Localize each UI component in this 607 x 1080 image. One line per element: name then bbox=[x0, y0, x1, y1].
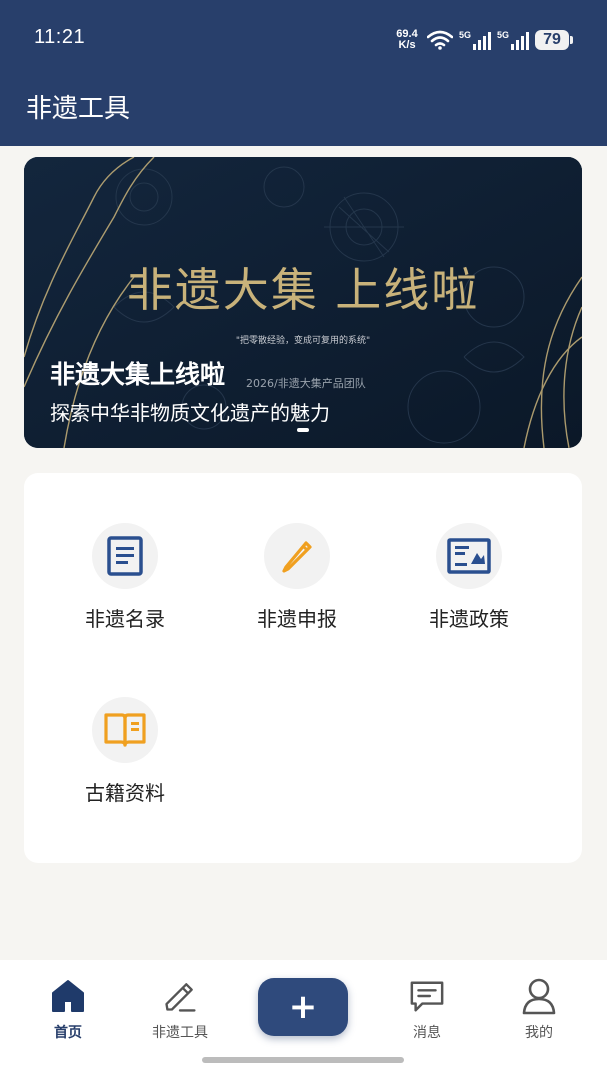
signal-icon-1: 5G bbox=[459, 30, 491, 50]
feature-label: 非遗申报 bbox=[257, 607, 337, 631]
banner-slogan: "把零散经验，变成可复用的系统" bbox=[235, 336, 371, 346]
pencil-icon bbox=[264, 523, 330, 589]
feature-ancient-books[interactable]: 古籍资料 bbox=[39, 697, 211, 847]
banner-title: 非遗大集上线啦 bbox=[50, 360, 226, 389]
wifi-icon bbox=[427, 30, 453, 50]
app-header: 11:21 69.4 K/s 5G 5G 79 非遗工具 bbox=[0, 0, 607, 146]
feature-grid: 非遗名录 非遗申报 非遗政策 古籍资料 bbox=[24, 473, 582, 863]
document-icon bbox=[92, 523, 158, 589]
feature-heritage-list[interactable]: 非遗名录 bbox=[39, 523, 211, 673]
signal-icon-2: 5G bbox=[497, 30, 529, 50]
banner-subtitle: 探索中华非物质文化遗产的魅力 bbox=[50, 401, 330, 425]
signal-tag-2: 5G bbox=[497, 30, 510, 40]
tab-profile[interactable]: 我的 bbox=[494, 976, 584, 1046]
tab-label: 首页 bbox=[54, 1025, 82, 1041]
message-icon bbox=[409, 976, 445, 1016]
feature-heritage-apply[interactable]: 非遗申报 bbox=[211, 523, 383, 673]
page-title: 非遗工具 bbox=[26, 94, 131, 124]
home-indicator[interactable] bbox=[202, 1057, 404, 1063]
newspaper-icon bbox=[436, 523, 502, 589]
status-icons: 69.4 K/s 5G 5G 79 bbox=[393, 26, 573, 54]
status-time: 11:21 bbox=[34, 26, 86, 48]
tab-label: 非遗工具 bbox=[152, 1025, 208, 1041]
add-button[interactable]: + bbox=[258, 978, 348, 1036]
tab-label: 消息 bbox=[413, 1025, 441, 1041]
book-icon bbox=[92, 697, 158, 763]
signal-tag-1: 5G bbox=[459, 30, 472, 40]
feature-label: 古籍资料 bbox=[85, 781, 165, 805]
feature-label: 非遗政策 bbox=[429, 607, 509, 631]
home-icon bbox=[50, 976, 86, 1016]
carousel-indicator bbox=[297, 428, 309, 432]
user-icon bbox=[521, 976, 557, 1016]
tab-tools[interactable]: 非遗工具 bbox=[135, 976, 225, 1046]
tab-label: 我的 bbox=[525, 1025, 553, 1041]
plus-icon: + bbox=[288, 987, 318, 1027]
tab-home[interactable]: 首页 bbox=[23, 976, 113, 1046]
promo-banner[interactable]: 非遗大集 上线啦 "把零散经验，变成可复用的系统" 2026/非遗大集产品团队 … bbox=[24, 157, 582, 448]
status-bar: 11:21 69.4 K/s 5G 5G 79 bbox=[0, 0, 607, 80]
battery-level: 79 bbox=[535, 30, 569, 50]
tab-messages[interactable]: 消息 bbox=[382, 976, 472, 1046]
banner-team: 2026/非遗大集产品团队 bbox=[246, 377, 366, 390]
net-speed: 69.4 K/s bbox=[393, 29, 421, 51]
feature-label: 非遗名录 bbox=[85, 607, 165, 631]
net-speed-unit: K/s bbox=[398, 39, 416, 51]
feature-heritage-policy[interactable]: 非遗政策 bbox=[383, 523, 555, 673]
pencil-icon bbox=[162, 976, 198, 1016]
battery-icon: 79 bbox=[535, 30, 573, 50]
banner-headline: 非遗大集 上线啦 bbox=[126, 263, 480, 317]
